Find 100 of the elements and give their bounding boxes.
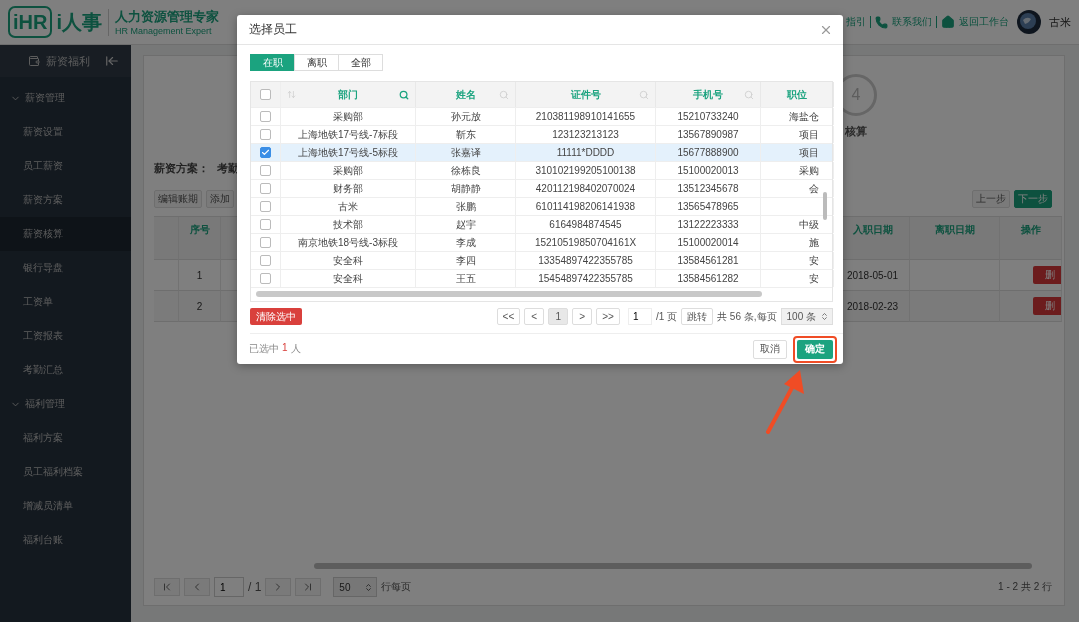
sidebar-group[interactable]: 薪资管理 [25, 91, 65, 105]
table-cell: 采购 [799, 163, 819, 178]
row-checkbox[interactable] [260, 165, 271, 176]
search-icon[interactable] [639, 89, 649, 100]
user-name[interactable]: 古米 [1049, 14, 1071, 30]
table-row[interactable]: 技术部 赵宇 6164984874545 13122223333 中级 [251, 216, 832, 234]
column-header[interactable]: 证件号 [570, 87, 601, 102]
row-checkbox[interactable] [260, 273, 271, 284]
search-icon[interactable] [744, 89, 754, 100]
row-checkbox[interactable] [260, 183, 271, 194]
scheme-label: 薪资方案： [154, 161, 209, 176]
column-header[interactable]: 姓名 [455, 87, 476, 102]
page-size-select[interactable]: 100 条 [780, 308, 833, 325]
table-cell: 13584561281 [677, 255, 739, 266]
toolbar-button[interactable]: 编辑账期 [154, 190, 202, 208]
row-checkbox[interactable] [260, 201, 271, 212]
table-row[interactable]: 古米 张鹏 610114198206141938 13565478965 [251, 198, 832, 216]
sidebar-item[interactable]: 福利方案 [0, 421, 131, 455]
search-icon[interactable] [399, 89, 409, 100]
confirm-button[interactable]: 确定 [797, 339, 833, 359]
status-tab[interactable]: 全部 [338, 54, 383, 71]
total-label: 共 56 条,每页 [717, 309, 777, 324]
table-row[interactable]: 上海地铁17号线-7标段 靳东 123123213123 13567890987 项目 [251, 126, 832, 144]
toolbar-button[interactable]: 添加 [206, 190, 234, 208]
page-size-select[interactable]: 50 [333, 577, 378, 597]
header-link[interactable]: 指引 [846, 15, 866, 29]
table-row[interactable]: 安全科 王五 15454897422355785 13584561282 安 [251, 270, 832, 288]
status-tab[interactable]: 在职 [250, 54, 295, 71]
column-header[interactable]: 手机号 [693, 87, 723, 102]
table-cell: 15100020013 [677, 165, 739, 176]
table-row[interactable]: 采购部 孙元放 210381198910141655 15210733240 海盐仓 [251, 108, 832, 126]
page-button[interactable]: > [572, 308, 593, 325]
sidebar-item[interactable]: 福利台账 [0, 523, 131, 557]
scrollbar[interactable] [314, 563, 1032, 569]
row-checkbox[interactable] [260, 129, 271, 140]
updown-icon [820, 312, 829, 321]
header-link[interactable]: 返回工作台 [959, 15, 1009, 29]
row-checkbox[interactable] [260, 147, 271, 158]
delete-button[interactable]: 删 [1033, 297, 1061, 315]
table-cell: 李成 [455, 235, 476, 250]
first-page-button[interactable] [154, 578, 180, 596]
header-link[interactable]: 联系我们 [892, 15, 932, 29]
home-icon [941, 15, 955, 29]
page-button[interactable]: < [524, 308, 545, 325]
last-page-button[interactable] [295, 578, 322, 596]
status-tab[interactable]: 离职 [294, 54, 339, 71]
search-icon[interactable] [499, 89, 509, 100]
table-cell: 张嘉译 [450, 145, 481, 160]
sidebar-item[interactable]: 银行导盘 [0, 251, 131, 285]
table-cell: 海盐仓 [789, 109, 819, 124]
page-button[interactable]: 1 [548, 308, 569, 325]
table-row[interactable]: 财务部 胡静静 420112198402070024 13512345678 会 [251, 180, 832, 198]
phone-icon [875, 15, 888, 29]
sidebar-item[interactable]: 员工薪资 [0, 149, 131, 183]
table-cell: 安全科 [333, 253, 363, 268]
table-cell: 上海地铁17号线-7标段 [298, 127, 398, 142]
table-cell: 胡静静 [450, 181, 481, 196]
jump-button[interactable]: 跳转 [681, 308, 714, 325]
scrollbar[interactable] [256, 291, 762, 297]
next-page-button[interactable] [265, 578, 292, 596]
row-checkbox[interactable] [260, 219, 271, 230]
page-button[interactable]: << [496, 308, 521, 325]
page-input[interactable]: 1 [214, 577, 244, 597]
table-cell: 财务部 [333, 181, 363, 196]
jump-input[interactable]: 1 [627, 308, 652, 325]
prev-page-button[interactable] [184, 578, 210, 596]
sidebar-item[interactable]: 薪资核算 [0, 217, 131, 251]
table-row[interactable]: 南京地铁18号线-3标段 李成 15210519850704161X 15100020014 施 [251, 234, 832, 252]
page-button[interactable]: >> [596, 308, 620, 325]
delete-button[interactable]: 删 [1033, 266, 1061, 284]
column-header[interactable]: 部门 [338, 87, 358, 102]
page-count: /1 页 [655, 309, 678, 324]
cancel-button[interactable]: 取消 [753, 339, 787, 359]
row-checkbox[interactable] [260, 255, 271, 266]
sidebar-item[interactable]: 薪资方案 [0, 183, 131, 217]
column-header[interactable]: 职位 [787, 87, 807, 102]
step-label: 核算 [845, 124, 867, 139]
row-checkbox[interactable] [260, 111, 271, 122]
table-cell: 张鹏 [455, 199, 476, 214]
sidebar-item[interactable]: 员工福利档案 [0, 455, 131, 489]
table-cell: 古米 [338, 199, 358, 214]
clear-selection-button[interactable]: 清除选中 [250, 308, 302, 325]
table-cell: 徐栋良 [450, 163, 481, 178]
table-cell: 13512345678 [677, 183, 739, 194]
dialog-title: 选择员工 [249, 21, 297, 38]
table-row[interactable]: 上海地铁17号线-5标段 张嘉译 11111*DDDD 15677888900 项目 [251, 144, 832, 162]
avatar-icon[interactable] [1017, 10, 1041, 34]
table-row[interactable]: 采购部 徐栋良 310102199205100138 15100020013 采购 [251, 162, 832, 180]
row-checkbox[interactable] [260, 237, 271, 248]
sidebar-item[interactable]: 工资报表 [0, 319, 131, 353]
table-cell: 项目 [799, 145, 819, 160]
collapse-icon[interactable] [105, 54, 119, 68]
scrollbar[interactable] [823, 192, 827, 220]
table-row[interactable]: 安全科 李四 13354897422355785 13584561281 安 [251, 252, 832, 270]
select-all-checkbox[interactable] [260, 89, 271, 100]
sidebar-group[interactable]: 福利管理 [25, 397, 65, 411]
table-cell: 11111*DDDD [556, 147, 615, 158]
sort-icon[interactable] [287, 90, 296, 99]
table-cell: 310102199205100138 [535, 165, 636, 176]
step-button[interactable]: 下一步 [1014, 190, 1052, 208]
